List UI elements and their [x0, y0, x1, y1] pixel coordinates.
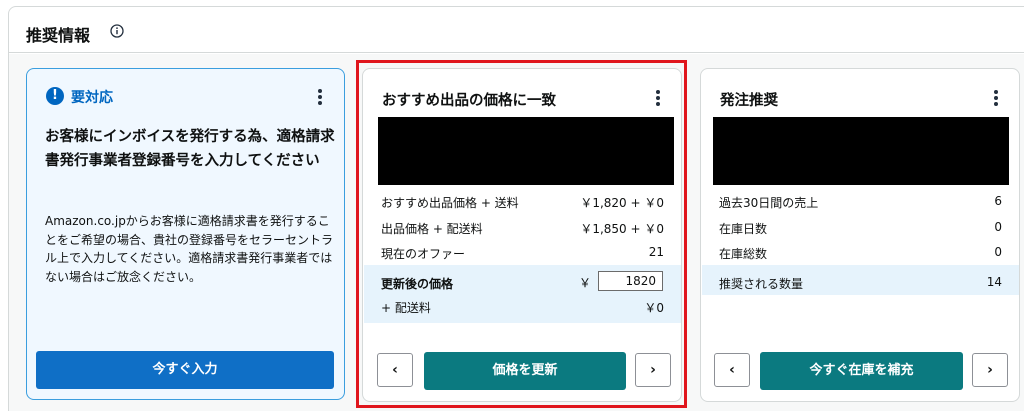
page-title: 推奨情報 [26, 26, 91, 45]
restock-recommendation-card: 発注推奨 過去30日間の売上 6 在庫日数 0 在庫総数 0 推奨される数量 1… [700, 68, 1020, 402]
card-title: 発注推奨 [720, 93, 778, 109]
list-item: 過去30日間の売上 6 [719, 194, 1002, 210]
next-button[interactable]: › [972, 353, 1008, 387]
list-item: 在庫総数 0 [719, 245, 1002, 261]
action-required-card: ! 要対応 お客様にインボイスを発行する為、適格請求書発行事業者登録番号を入力し… [26, 68, 345, 400]
recommended-quantity-row: 推奨される数量 14 [719, 275, 1002, 291]
list-item: 在庫日数 0 [719, 220, 1002, 236]
more-options-icon[interactable] [317, 89, 323, 107]
info-icon[interactable] [110, 24, 124, 38]
chevron-left-icon: ‹ [729, 362, 735, 378]
redacted-image [713, 117, 1009, 185]
action-required-label: 要対応 [71, 90, 113, 106]
chevron-right-icon: › [987, 362, 993, 378]
panel-header: 推奨情報 [9, 7, 1024, 53]
alert-title: お客様にインボイスを発行する為、適格請求書発行事業者登録番号を入力してください [45, 129, 335, 169]
restock-now-button[interactable]: 今すぐ在庫を補充 [760, 352, 963, 390]
highlight-frame [356, 60, 687, 408]
exclamation-icon: ! [46, 87, 64, 105]
alert-body: Amazon.co.jpからお客様に適格請求書を発行することをご希望の場合、貴社… [45, 214, 334, 284]
enter-now-button[interactable]: 今すぐ入力 [36, 351, 334, 389]
previous-button[interactable]: ‹ [714, 353, 750, 387]
more-options-icon[interactable] [993, 90, 999, 108]
